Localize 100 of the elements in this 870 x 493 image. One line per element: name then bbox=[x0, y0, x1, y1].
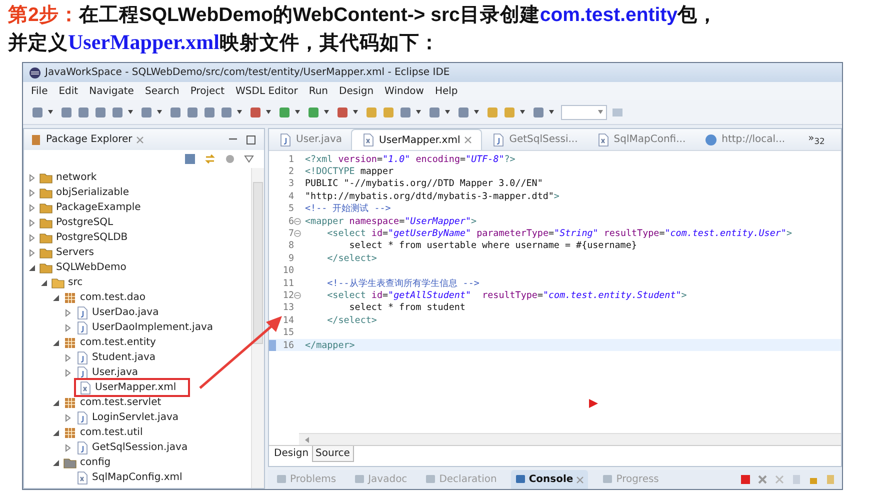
project-folder-icon bbox=[39, 216, 53, 230]
line-number: 11 bbox=[282, 278, 294, 289]
menu-item[interactable]: Edit bbox=[58, 86, 78, 96]
tree-item[interactable]: objSerializable bbox=[38, 186, 132, 200]
maximize-icon[interactable] bbox=[246, 134, 256, 144]
expand-arrow-icon[interactable] bbox=[28, 248, 36, 256]
tree-item[interactable]: network bbox=[38, 170, 100, 184]
expand-arrow-icon[interactable] bbox=[52, 428, 60, 436]
editor-tab[interactable]: http://local... bbox=[694, 129, 794, 150]
more-tabs-indicator[interactable]: »$_{32}$ bbox=[808, 133, 825, 146]
tree-item[interactable]: src bbox=[50, 276, 86, 290]
caret-icon[interactable] bbox=[445, 110, 450, 114]
expand-arrow-icon[interactable] bbox=[64, 308, 72, 316]
expand-arrow-icon[interactable] bbox=[40, 278, 48, 286]
stop-icon[interactable] bbox=[740, 474, 751, 485]
tree-item[interactable]: config bbox=[62, 456, 114, 470]
menu-item[interactable]: Search bbox=[144, 86, 180, 96]
tree-item[interactable]: SQLWebDemo bbox=[38, 260, 130, 274]
highlighted-tree-item[interactable]: UserMapper.xml bbox=[74, 378, 190, 397]
menu-item[interactable]: WSDL Editor bbox=[236, 86, 298, 96]
scrollbar[interactable] bbox=[299, 433, 841, 445]
menu-item[interactable]: Project bbox=[190, 86, 225, 96]
java-file-icon bbox=[75, 440, 89, 454]
view-tab[interactable]: Design bbox=[271, 446, 312, 461]
expand-arrow-icon[interactable] bbox=[28, 204, 36, 212]
expand-arrow-icon[interactable] bbox=[28, 174, 36, 182]
close-icon[interactable] bbox=[136, 136, 144, 144]
tree-item[interactable]: GetSqlSession.java bbox=[74, 440, 191, 454]
editor-tab[interactable]: SqlMapConfi... bbox=[586, 129, 695, 150]
expand-arrow-icon[interactable] bbox=[64, 354, 72, 362]
menu-item[interactable]: Help bbox=[434, 86, 458, 96]
tree-item[interactable]: User.java bbox=[74, 366, 142, 380]
expand-arrow-icon[interactable] bbox=[28, 264, 36, 272]
view-icon bbox=[425, 474, 436, 485]
expand-arrow-icon[interactable] bbox=[28, 234, 36, 242]
expand-arrow-icon[interactable] bbox=[28, 188, 36, 196]
tree-item[interactable]: com.test.servlet bbox=[62, 396, 164, 410]
menu-item[interactable]: Window bbox=[384, 86, 424, 96]
tree-item[interactable]: com.test.util bbox=[62, 426, 146, 440]
fold-icon[interactable] bbox=[294, 218, 301, 225]
caret-icon[interactable] bbox=[157, 110, 162, 114]
expand-arrow-icon[interactable] bbox=[28, 218, 36, 226]
code-line: </mapper> bbox=[305, 340, 355, 351]
tree-item[interactable]: PostgreSQLDB bbox=[38, 230, 131, 244]
tree-item[interactable]: UserDaoImplement.java bbox=[74, 320, 216, 334]
expand-arrow-icon[interactable] bbox=[52, 458, 60, 466]
menu-item[interactable]: File bbox=[31, 86, 48, 96]
expand-arrow-icon[interactable] bbox=[52, 398, 60, 406]
caret-icon[interactable] bbox=[549, 110, 554, 114]
caret-icon[interactable] bbox=[295, 110, 300, 114]
caret-icon[interactable] bbox=[353, 110, 358, 114]
editor-tab[interactable]: UserMapper.xml bbox=[351, 129, 482, 150]
dropdown-field[interactable] bbox=[561, 104, 607, 120]
panel-tab[interactable]: Console bbox=[510, 470, 588, 489]
close-icon[interactable] bbox=[576, 476, 584, 484]
expand-arrow-icon[interactable] bbox=[52, 294, 60, 302]
tree-item[interactable]: UserDao.java bbox=[74, 306, 162, 320]
caret-icon[interactable] bbox=[416, 110, 421, 114]
tree-item[interactable]: PostgreSQL bbox=[38, 216, 116, 230]
caret-icon[interactable] bbox=[474, 110, 479, 114]
editor-tab[interactable]: User.java bbox=[269, 129, 352, 150]
expand-arrow-icon[interactable] bbox=[64, 368, 72, 376]
tree-item[interactable]: com.test.dao bbox=[62, 290, 149, 304]
window-title: JavaWorkSpace - SQLWebDemo/src/com/test/entity/UserMapper.xml - Eclipse IDE bbox=[45, 67, 450, 78]
link-icon[interactable] bbox=[204, 153, 216, 165]
close-icon[interactable] bbox=[464, 136, 472, 144]
expand-arrow-icon[interactable] bbox=[52, 338, 60, 346]
fold-icon[interactable] bbox=[294, 292, 301, 299]
tree-item[interactable]: com.test.entity bbox=[62, 336, 159, 350]
caret-icon[interactable] bbox=[48, 110, 53, 114]
caret-icon[interactable] bbox=[266, 110, 271, 114]
editor-tab[interactable]: GetSqlSessi... bbox=[482, 129, 587, 150]
caret-icon[interactable] bbox=[324, 110, 329, 114]
tree-item[interactable]: Student.java bbox=[74, 350, 158, 364]
menu-item[interactable]: Run bbox=[308, 86, 328, 96]
line-number: 8 bbox=[287, 240, 294, 252]
code-line: PUBLIC "-//mybatis.org//DTD Mapper 3.0//EN" bbox=[305, 178, 543, 190]
scrollbar[interactable] bbox=[251, 168, 264, 488]
scroll-left-icon[interactable] bbox=[305, 436, 310, 442]
remove-icon[interactable] bbox=[757, 474, 768, 485]
tree-item[interactable]: LoginServlet.java bbox=[74, 410, 182, 424]
menu-item[interactable]: Navigate bbox=[89, 86, 134, 96]
tree-item[interactable]: SqlMapConfig.xml bbox=[74, 470, 186, 484]
code-line: <mapper namespace="UserMapper"> bbox=[305, 216, 477, 227]
java-file-icon bbox=[75, 410, 89, 424]
fold-icon[interactable] bbox=[294, 230, 301, 238]
view-tab[interactable]: Source bbox=[312, 446, 354, 462]
expand-arrow-icon[interactable] bbox=[64, 444, 72, 452]
package-icon bbox=[30, 134, 42, 146]
expand-arrow-icon[interactable] bbox=[64, 324, 72, 332]
expand-arrow-icon[interactable] bbox=[64, 414, 72, 422]
project-folder-icon bbox=[39, 230, 53, 244]
tree-item[interactable]: PackageExample bbox=[38, 200, 144, 214]
caret-icon[interactable] bbox=[237, 110, 242, 114]
caret-icon[interactable] bbox=[520, 110, 525, 114]
tree-item[interactable]: Servers bbox=[38, 246, 98, 260]
view-icon bbox=[276, 474, 287, 485]
caret-icon[interactable] bbox=[128, 110, 133, 114]
view-menu-icon[interactable] bbox=[244, 155, 254, 163]
menu-item[interactable]: Design bbox=[339, 86, 374, 96]
